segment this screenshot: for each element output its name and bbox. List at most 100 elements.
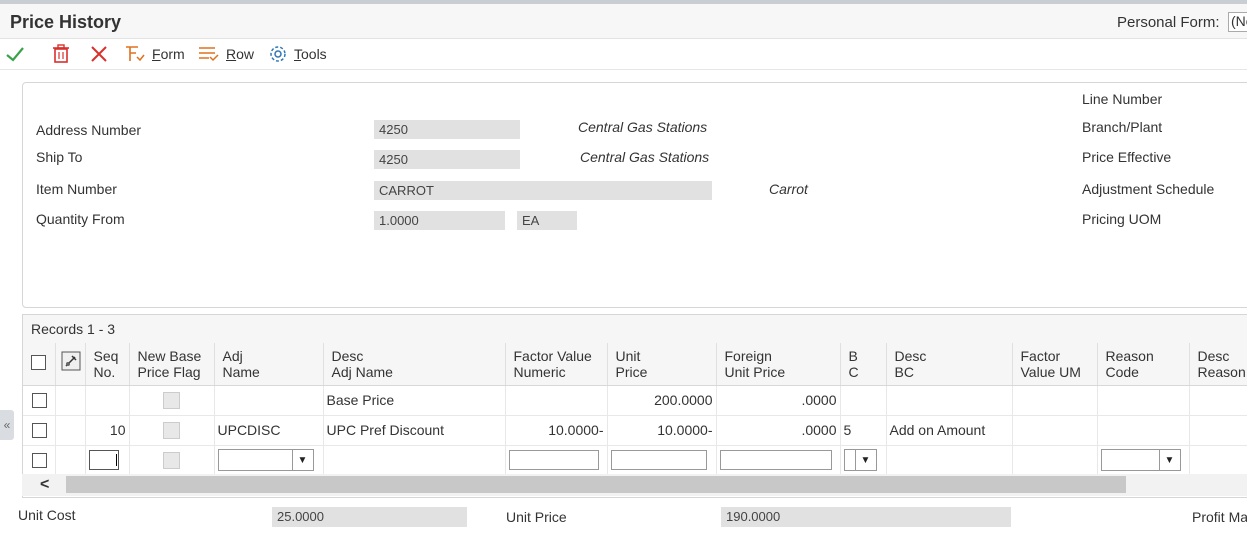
column-chooser-icon[interactable] [61, 351, 81, 371]
column-chooser-cell[interactable] [55, 343, 86, 386]
line-number-label: Line Number [1082, 91, 1163, 107]
uom-field: EA [517, 211, 577, 230]
unit-price-input[interactable] [610, 450, 707, 470]
new-base-flag-checkbox[interactable] [163, 451, 180, 469]
factor-value-um-cell [1012, 415, 1098, 446]
address-name: Central Gas Stations [578, 119, 708, 135]
new-base-flag-cell [129, 415, 215, 446]
row-select-cell[interactable] [23, 385, 56, 416]
row-select-cell[interactable] [23, 415, 56, 446]
pricing-uom-label: Pricing UOM [1082, 211, 1162, 227]
desc-reason-cell [1189, 415, 1247, 446]
adj-name-input-cell[interactable]: ▼ [214, 445, 324, 476]
price-effective-label: Price Effective [1082, 149, 1172, 165]
scroll-left-icon[interactable]: < [40, 476, 49, 494]
row-icon-cell [55, 445, 86, 476]
factor-value-um-cell [1012, 445, 1098, 476]
price-history-grid: Records 1 - 3 Seq No. New Base Price Flag … [22, 314, 1247, 498]
col-adj-name[interactable]: Adj Name [214, 343, 324, 386]
adjustment-schedule-label: Adjustment Schedule [1082, 181, 1215, 197]
reason-code-select[interactable]: ▼ [1100, 449, 1181, 471]
cancel-button[interactable] [89, 39, 109, 69]
foreign-unit-price-cell: .0000 [716, 385, 841, 416]
factor-value-input-cell[interactable] [505, 445, 608, 476]
address-number-field: 4250 [374, 120, 520, 139]
row-menu-button[interactable]: Row [198, 39, 254, 69]
desc-reason-cell [1189, 385, 1247, 416]
header-form-panel: Address Number 4250 Central Gas Stations… [22, 82, 1247, 308]
bc-cell: 5 [840, 415, 887, 446]
ok-button[interactable] [5, 39, 25, 69]
seq-input-cell[interactable] [85, 445, 130, 476]
unit-price-field: 190.0000 [721, 507, 1011, 527]
dropdown-arrow-icon[interactable]: ▼ [291, 450, 313, 470]
new-base-flag-checkbox [163, 421, 180, 439]
row-menu-label: Row [226, 46, 255, 62]
desc-adj-name-cell [323, 445, 506, 476]
table-row[interactable]: 10 UPCDISC UPC Pref Discount 10.0000- 10… [23, 415, 1247, 446]
dropdown-arrow-icon[interactable]: ▼ [854, 450, 876, 470]
item-description: Carrot [769, 181, 808, 197]
adj-name-select[interactable]: ▼ [217, 449, 314, 471]
row-checkbox[interactable] [32, 453, 47, 469]
scrollbar-thumb[interactable] [66, 476, 1126, 493]
personal-form-select[interactable]: (No [1228, 12, 1247, 32]
select-all-checkbox[interactable] [31, 354, 46, 370]
col-desc-bc[interactable]: Desc BC [886, 343, 1013, 386]
select-all-cell[interactable] [23, 343, 56, 386]
col-desc-reason[interactable]: Desc Reason [1189, 343, 1247, 386]
col-foreign-unit-price[interactable]: Foreign Unit Price [716, 343, 841, 386]
bc-select[interactable]: ▼ [843, 449, 877, 471]
page-header: Price History Personal Form: (No [0, 4, 1247, 39]
foreign-unit-price-input[interactable] [719, 450, 832, 470]
delete-button[interactable] [52, 39, 70, 69]
desc-reason-cell [1189, 445, 1247, 476]
desc-adj-name-cell: UPC Pref Discount [323, 415, 506, 446]
bc-input-cell[interactable]: ▼ [840, 445, 887, 476]
new-entry-row[interactable]: ▼ ▼ ▼ [23, 445, 1247, 476]
col-reason-code[interactable]: Reason Code [1097, 343, 1190, 386]
row-select-cell[interactable] [23, 445, 56, 476]
foreign-unit-price-input-cell[interactable] [716, 445, 841, 476]
unit-price-input-cell[interactable] [607, 445, 717, 476]
form-menu-button[interactable]: Form [124, 39, 185, 69]
col-unit-price[interactable]: Unit Price [607, 343, 717, 386]
adj-name-cell: UPCDISC [214, 415, 324, 446]
checkmark-icon [6, 47, 24, 62]
col-factor-value-numeric[interactable]: Factor Value Numeric [505, 343, 608, 386]
col-desc-adj-name[interactable]: Desc Adj Name [323, 343, 506, 386]
toolbar: Form Row Tools [0, 39, 1247, 70]
tools-menu-label: Tools [294, 46, 327, 62]
col-bc[interactable]: BC [840, 343, 887, 386]
reason-code-cell [1097, 385, 1190, 416]
personal-form-label: Personal Form: [1117, 14, 1220, 31]
row-checkbox[interactable] [32, 393, 47, 409]
row-checkbox[interactable] [32, 423, 47, 439]
quantity-from-label: Quantity From [36, 211, 125, 227]
foreign-unit-price-cell: .0000 [716, 415, 841, 446]
bc-cell [840, 385, 887, 416]
col-factor-value-um[interactable]: Factor Value UM [1012, 343, 1098, 386]
reason-code-input-cell[interactable]: ▼ [1097, 445, 1190, 476]
desc-bc-cell [886, 385, 1013, 416]
new-base-flag-cell[interactable] [129, 445, 215, 476]
seq-input[interactable] [88, 450, 119, 470]
trash-icon [53, 44, 69, 63]
col-new-base-price-flag[interactable]: New Base Price Flag [129, 343, 215, 386]
table-row[interactable]: Base Price 200.0000 .0000 [23, 385, 1247, 416]
row-icon [199, 47, 219, 62]
dropdown-arrow-icon[interactable]: ▼ [1158, 450, 1180, 470]
unit-cost-field: 25.0000 [272, 507, 467, 527]
col-seq-no[interactable]: Seq No. [85, 343, 130, 386]
quantity-from-field: 1.0000 [374, 211, 505, 230]
ship-to-field: 4250 [374, 150, 520, 169]
factor-value-um-cell [1012, 385, 1098, 416]
seq-cell: 10 [85, 415, 130, 446]
grid-table: Seq No. New Base Price Flag Adj Name Desc Ad… [23, 343, 1247, 476]
seq-cell [85, 385, 130, 416]
tools-menu-button[interactable]: Tools [268, 39, 327, 69]
factor-value-input[interactable] [508, 450, 599, 470]
horizontal-scrollbar[interactable]: < [22, 474, 1247, 496]
page-title: Price History [10, 12, 122, 32]
collapse-panel-icon[interactable]: « [0, 410, 14, 440]
